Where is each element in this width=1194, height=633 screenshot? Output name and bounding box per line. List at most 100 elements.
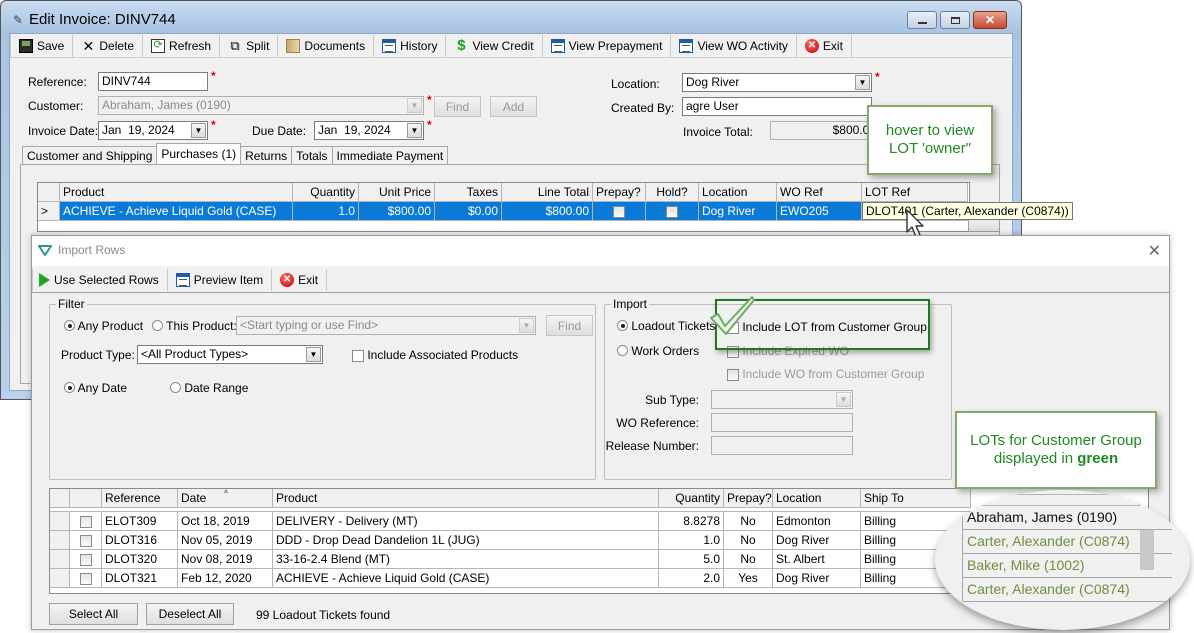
cell-product[interactable]: ACHIEVE - Achieve Liquid Gold (CASE) — [273, 569, 659, 588]
cell-taxes[interactable]: $0.00 — [435, 202, 502, 221]
select-all-button[interactable]: Select All — [49, 603, 138, 625]
column-line-total[interactable]: Line Total — [502, 183, 593, 202]
lens-scrollbar-thumb[interactable] — [1140, 530, 1154, 570]
cell-select[interactable] — [70, 569, 102, 588]
chevron-down-icon[interactable]: ▼ — [306, 347, 321, 362]
cell-reference[interactable]: ELOT309 — [102, 512, 178, 531]
loadout-tickets-radio[interactable]: Loadout Tickets — [617, 319, 715, 333]
documents-button[interactable]: Documents — [278, 34, 375, 57]
column-ship-to[interactable]: Ship To — [861, 489, 971, 508]
find-customer-button[interactable]: Find — [434, 96, 481, 117]
row-select-checkbox[interactable] — [79, 534, 92, 547]
cell-product[interactable]: 33-16-2.4 Blend (MT) — [273, 550, 659, 569]
created-by-input[interactable]: agre User — [682, 97, 872, 116]
column-prepay[interactable]: Prepay? — [593, 183, 646, 202]
cell-line-total[interactable]: $800.00 — [502, 202, 593, 221]
release-number-input[interactable] — [711, 436, 853, 455]
preview-item-button[interactable]: Preview Item — [168, 268, 273, 291]
date-range-radio[interactable]: Date Range — [170, 381, 248, 395]
column-prepay[interactable]: Prepay? — [724, 489, 773, 508]
product-search-combobox[interactable]: <Start typing or use Find> ▼ — [236, 316, 536, 335]
cell-quantity[interactable]: 2.0 — [659, 569, 724, 588]
cell-prepay[interactable]: No — [724, 550, 773, 569]
save-button[interactable]: Save — [10, 34, 74, 57]
cell-product[interactable]: ACHIEVE - Achieve Liquid Gold (CASE) — [60, 202, 293, 221]
cell-wo-ref[interactable]: EWO205 — [777, 202, 862, 221]
cell-location[interactable]: St. Albert — [773, 550, 861, 569]
cell-quantity[interactable]: 1.0 — [659, 531, 724, 550]
product-type-combobox[interactable]: <All Product Types> ▼ — [137, 345, 323, 364]
prepay-checkbox[interactable] — [613, 205, 625, 218]
column-hold[interactable]: Hold? — [646, 183, 699, 202]
customer-combobox[interactable]: Abraham, James (0190) ▼ — [98, 96, 424, 115]
row-select-checkbox[interactable] — [79, 553, 92, 566]
column-date[interactable]: Date ▲ — [178, 489, 273, 508]
invoice-date-picker[interactable]: Jan 19, 2024 ▼ — [98, 121, 208, 140]
chevron-down-icon[interactable]: ▼ — [191, 123, 206, 138]
chevron-down-icon[interactable]: ▼ — [855, 75, 870, 90]
cell-date[interactable]: Nov 05, 2019 — [178, 531, 273, 550]
location-combobox[interactable]: Dog River ▼ — [682, 73, 872, 92]
wo-reference-input[interactable] — [711, 413, 853, 432]
cell-product[interactable]: DELIVERY - Delivery (MT) — [273, 512, 659, 531]
table-row[interactable]: > ACHIEVE - Achieve Liquid Gold (CASE) 1… — [38, 202, 969, 221]
view-wo-activity-button[interactable]: View WO Activity — [671, 34, 797, 57]
cell-select[interactable] — [70, 512, 102, 531]
chevron-down-icon[interactable]: ▼ — [519, 318, 534, 333]
cell-quantity[interactable]: 1.0 — [293, 202, 359, 221]
maximize-button[interactable] — [940, 11, 970, 29]
cell-select[interactable] — [70, 550, 102, 569]
cell-prepay[interactable]: No — [724, 531, 773, 550]
cell-prepay[interactable]: No — [724, 512, 773, 531]
chevron-down-icon[interactable]: ▼ — [836, 392, 851, 407]
cell-location[interactable]: Edmonton — [773, 512, 861, 531]
column-lot-ref[interactable]: LOT Ref — [862, 183, 968, 202]
hold-checkbox[interactable] — [666, 205, 678, 218]
minimize-button[interactable] — [907, 11, 937, 29]
any-date-radio[interactable]: Any Date — [64, 381, 127, 395]
cell-select[interactable] — [70, 531, 102, 550]
cell-location[interactable]: Dog River — [773, 569, 861, 588]
cell-date[interactable]: Feb 12, 2020 — [178, 569, 273, 588]
column-product[interactable]: Product — [273, 489, 659, 508]
view-prepayment-button[interactable]: View Prepayment — [543, 34, 672, 57]
this-product-radio[interactable]: This Product: — [152, 319, 237, 333]
add-customer-button[interactable]: Add — [490, 96, 537, 117]
use-selected-rows-button[interactable]: Use Selected Rows — [32, 268, 168, 291]
cell-quantity[interactable]: 8.8278 — [659, 512, 724, 531]
tab-immediate-payment[interactable]: Immediate Payment — [331, 146, 449, 164]
tab-customer-and-shipping[interactable]: Customer and Shipping — [22, 146, 158, 164]
exit-button[interactable]: ✕ Exit — [797, 34, 852, 57]
reference-input[interactable]: DINV744 — [98, 72, 208, 91]
cell-reference[interactable]: DLOT320 — [102, 550, 178, 569]
view-credit-button[interactable]: $ View Credit — [446, 34, 543, 57]
cell-reference[interactable]: DLOT321 — [102, 569, 178, 588]
column-taxes[interactable]: Taxes — [435, 183, 502, 202]
history-button[interactable]: History — [374, 34, 447, 57]
close-icon[interactable]: ✕ — [1148, 241, 1161, 261]
any-product-radio[interactable]: Any Product — [64, 319, 143, 333]
column-reference[interactable]: Reference — [102, 489, 178, 508]
column-unit-price[interactable]: Unit Price — [359, 183, 435, 202]
cell-product[interactable]: DDD - Drop Dead Dandelion 1L (JUG) — [273, 531, 659, 550]
column-product[interactable]: Product — [60, 183, 293, 202]
import-exit-button[interactable]: ✕ Exit — [272, 268, 328, 291]
column-quantity[interactable]: Quantity — [293, 183, 359, 202]
cell-reference[interactable]: DLOT316 — [102, 531, 178, 550]
work-orders-radio[interactable]: Work Orders — [617, 344, 699, 358]
tab-returns[interactable]: Returns — [240, 146, 293, 164]
cell-location[interactable]: Dog River — [699, 202, 777, 221]
chevron-down-icon[interactable]: ▼ — [407, 98, 422, 113]
due-date-picker[interactable]: Jan 19, 2024 ▼ — [314, 121, 424, 140]
sub-type-combobox[interactable]: ▼ — [711, 390, 853, 409]
deselect-all-button[interactable]: Deselect All — [146, 603, 234, 625]
include-associated-checkbox[interactable]: Include Associated Products — [352, 348, 518, 362]
refresh-button[interactable]: ⟳ Refresh — [143, 34, 221, 57]
close-button[interactable]: ✕ — [973, 11, 1007, 29]
tab-totals[interactable]: Totals — [291, 146, 333, 164]
cell-prepay[interactable]: Yes — [724, 569, 773, 588]
column-location[interactable]: Location — [773, 489, 861, 508]
cell-date[interactable]: Oct 18, 2019 — [178, 512, 273, 531]
delete-button[interactable]: ✕ Delete — [73, 34, 144, 57]
split-button[interactable]: ⧉ Split — [220, 34, 279, 57]
